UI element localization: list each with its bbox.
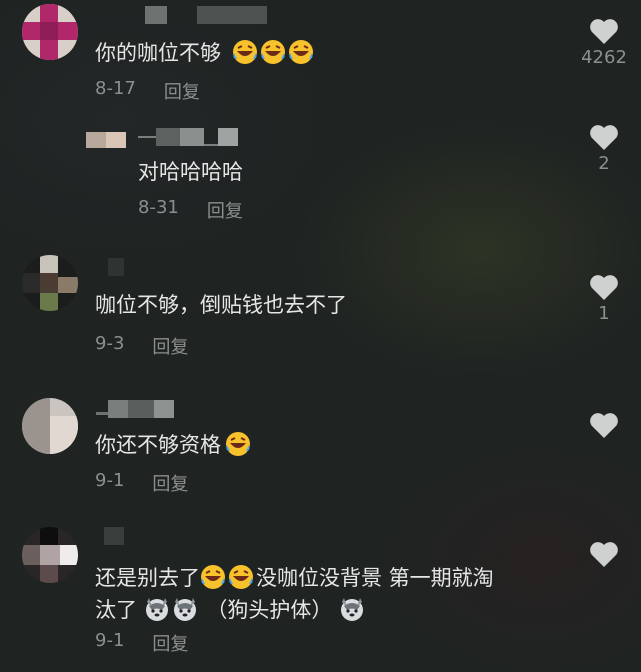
like-count: 4262 bbox=[581, 47, 627, 68]
comment-date: 8-31 bbox=[138, 197, 179, 218]
doge-emoji-icon bbox=[341, 598, 364, 621]
reply-button[interactable]: 回复 bbox=[152, 333, 188, 359]
comment-text: 你还不够资格 bbox=[95, 430, 253, 460]
comment-meta: 8-17 回复 bbox=[95, 78, 200, 104]
comment-meta: 9-1 回复 bbox=[95, 470, 188, 496]
laugh-emoji-icon bbox=[232, 40, 257, 64]
comment-date: 8-17 bbox=[95, 78, 136, 99]
comment-text: 还是别去了 没咖位没背景 第一期就淘 汰了 （狗头护体） bbox=[95, 565, 494, 622]
laugh-emoji-icon bbox=[226, 432, 250, 456]
comment-text: 你的咖位不够 bbox=[95, 38, 316, 68]
comment-date: 9-3 bbox=[95, 333, 125, 354]
heart-icon bbox=[590, 542, 618, 567]
laugh-emoji-icon bbox=[229, 565, 253, 589]
laugh-emoji-icon bbox=[288, 40, 313, 64]
heart-icon bbox=[590, 125, 618, 150]
username-blurred[interactable] bbox=[108, 258, 124, 276]
reply-button[interactable]: 回复 bbox=[152, 630, 188, 656]
comment-meta: 8-31 回复 bbox=[138, 197, 243, 223]
reply-button[interactable]: 回复 bbox=[207, 197, 243, 223]
reply-button[interactable]: 回复 bbox=[152, 470, 188, 496]
heart-icon bbox=[590, 413, 618, 438]
username-blurred[interactable] bbox=[104, 527, 124, 545]
avatar[interactable] bbox=[86, 124, 126, 164]
like-button[interactable] bbox=[574, 541, 634, 568]
avatar[interactable] bbox=[22, 527, 78, 583]
like-button[interactable]: 4262 bbox=[574, 18, 634, 68]
reply-button[interactable]: 回复 bbox=[164, 78, 200, 104]
heart-icon bbox=[590, 19, 618, 44]
username-blurred[interactable] bbox=[138, 128, 238, 146]
avatar[interactable] bbox=[22, 255, 78, 311]
username-blurred[interactable] bbox=[96, 400, 174, 418]
like-count: 2 bbox=[598, 153, 610, 174]
comment-date: 9-1 bbox=[95, 630, 125, 651]
like-button[interactable]: 2 bbox=[574, 124, 634, 174]
comment-meta: 9-1 回复 bbox=[95, 630, 188, 656]
laugh-emoji-group bbox=[225, 40, 316, 65]
doge-emoji-icon bbox=[173, 598, 196, 621]
comment-date: 9-1 bbox=[95, 470, 125, 491]
laugh-emoji-icon bbox=[201, 565, 225, 589]
like-count: 1 bbox=[598, 303, 610, 324]
like-button[interactable]: 1 bbox=[574, 274, 634, 324]
avatar[interactable] bbox=[22, 4, 78, 60]
comment-meta: 9-3 回复 bbox=[95, 333, 188, 359]
laugh-emoji-icon bbox=[260, 40, 285, 64]
heart-icon bbox=[590, 275, 618, 300]
doge-emoji-icon bbox=[145, 598, 168, 621]
comment-text: 咖位不够，倒贴钱也去不了 bbox=[95, 293, 347, 317]
comment-text: 对哈哈哈哈 bbox=[138, 160, 243, 184]
avatar[interactable] bbox=[22, 398, 78, 454]
username-blurred[interactable] bbox=[145, 6, 267, 24]
like-button[interactable] bbox=[574, 412, 634, 439]
